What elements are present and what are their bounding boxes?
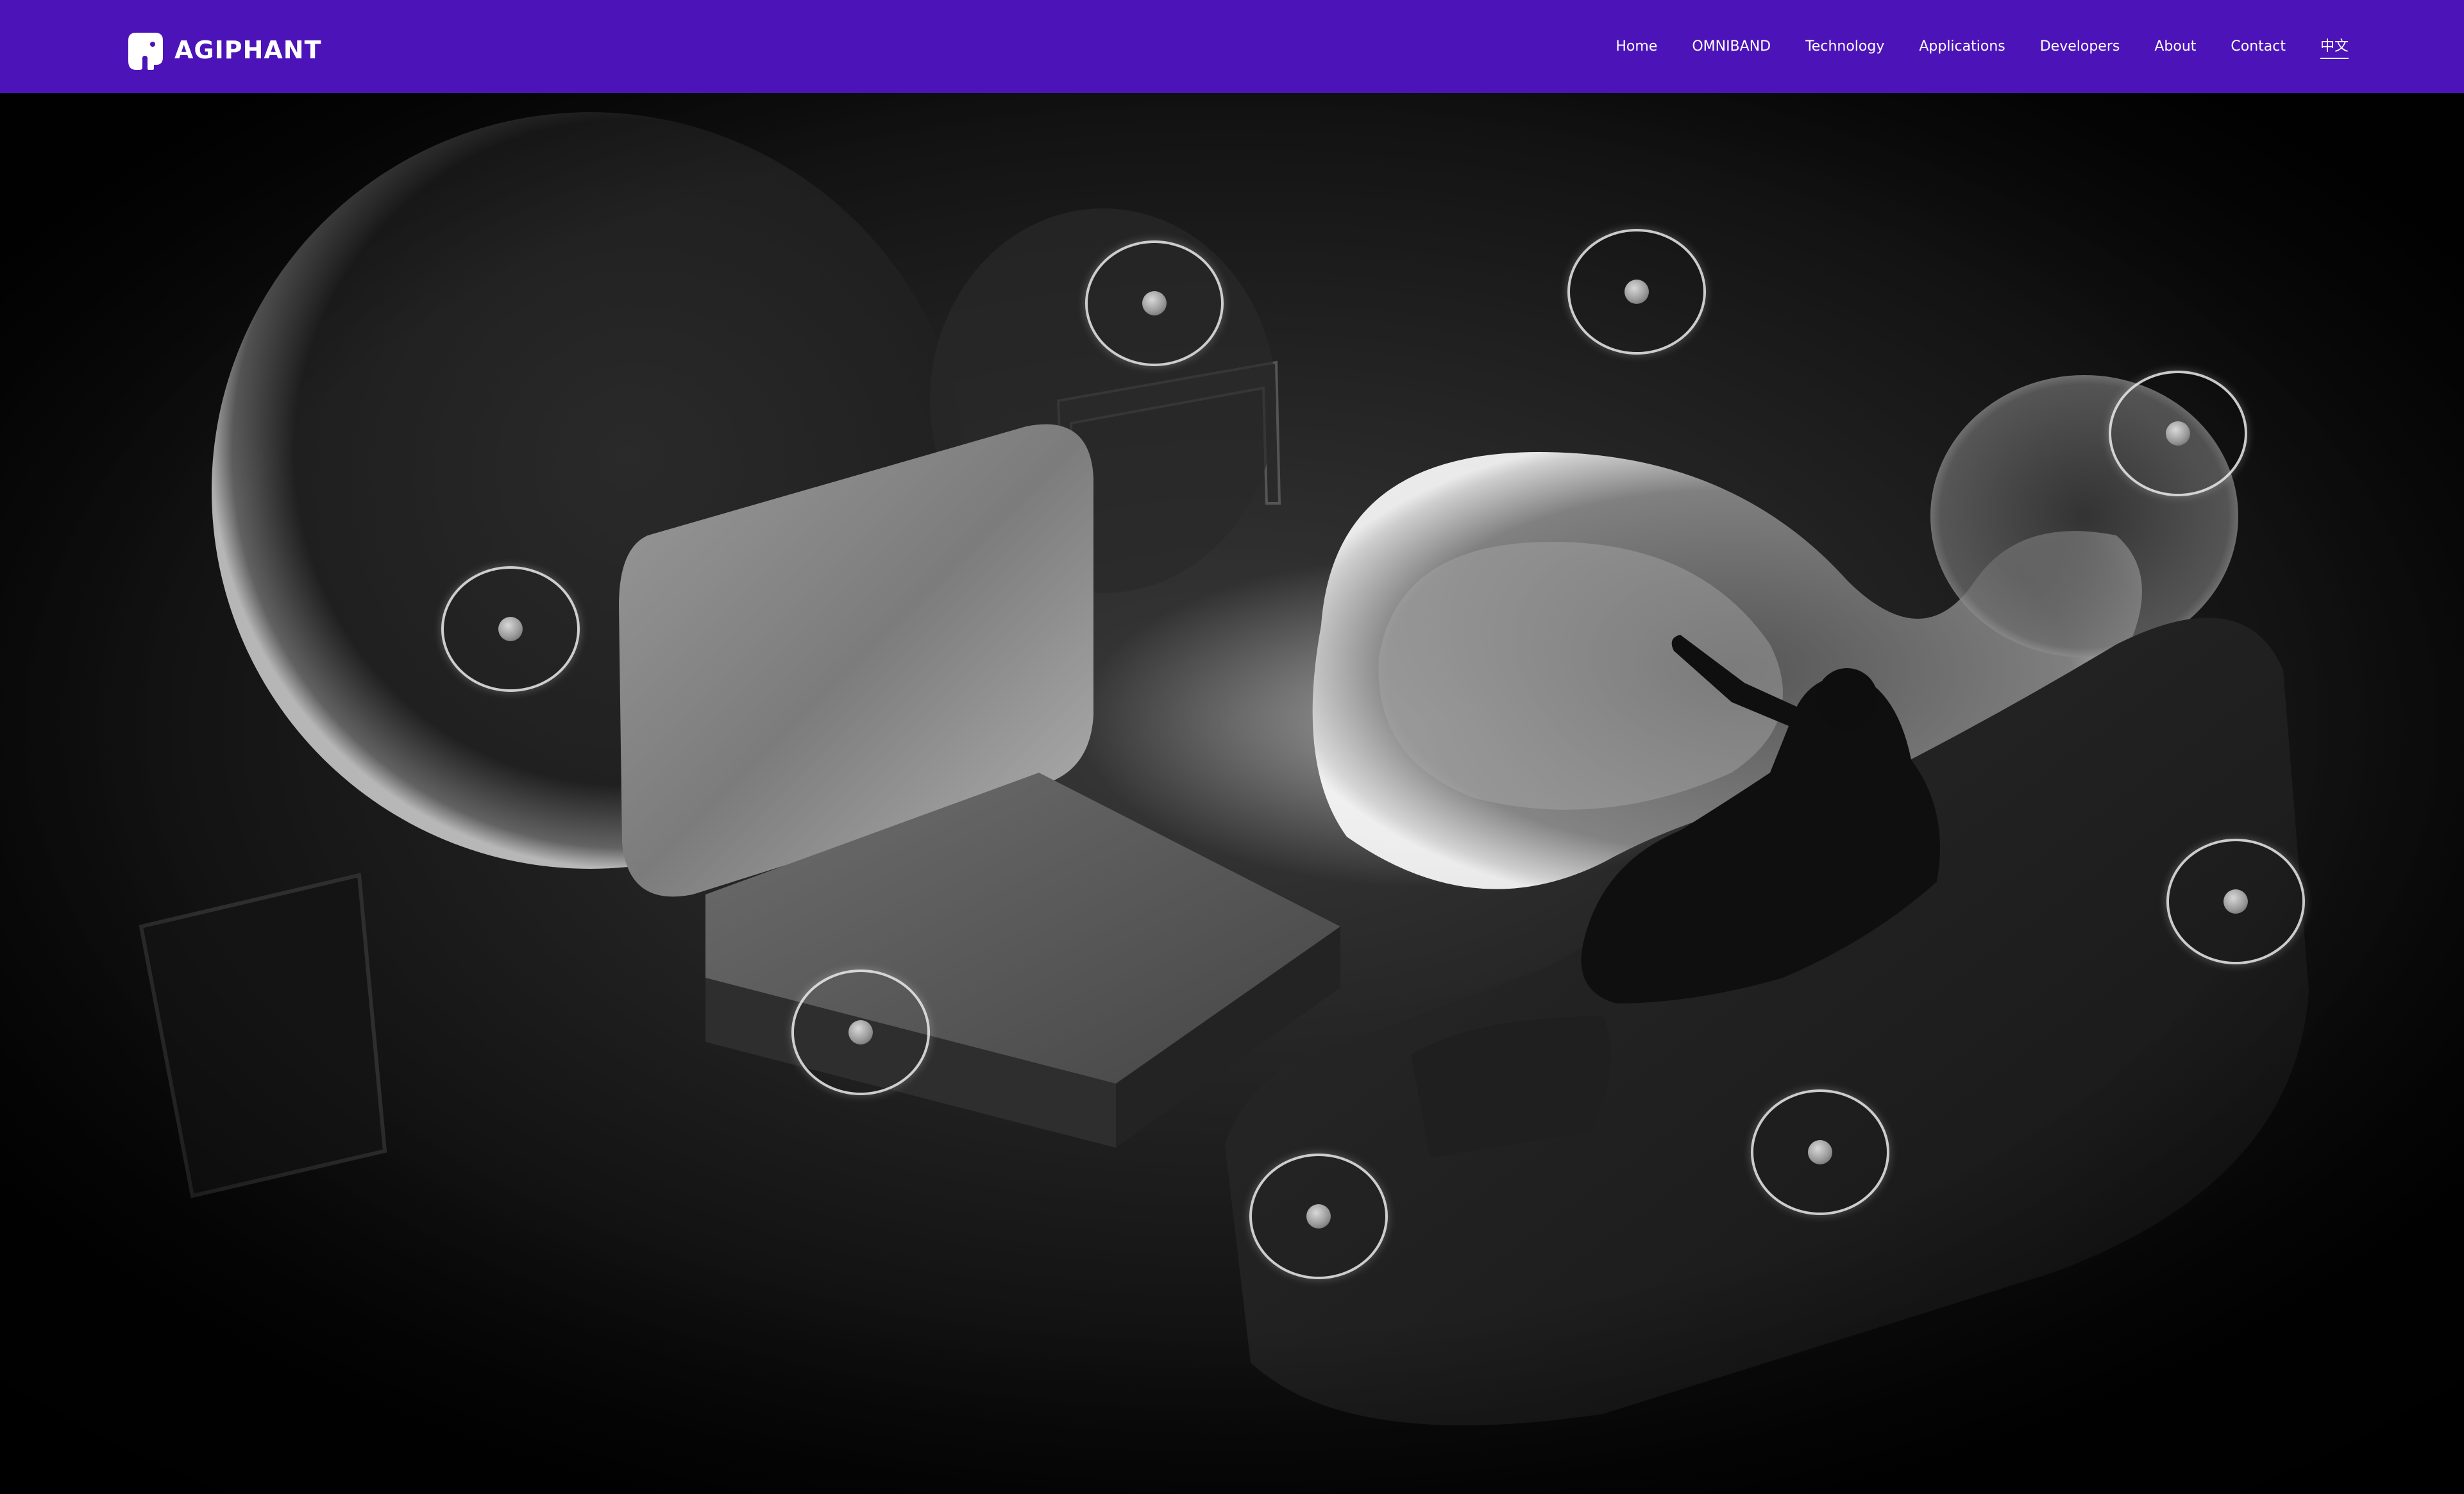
hotspot-dot [1808, 1140, 1832, 1164]
top-navbar: AGIPHANT Home OMNIBAND Technology Applic… [0, 0, 2464, 93]
elephant-head-icon [128, 33, 163, 70]
hotspot-ring-icon[interactable] [1085, 240, 1224, 366]
nav-developers[interactable]: Developers [2040, 38, 2120, 55]
hotspot-dot [498, 617, 523, 641]
hotspot-dot [1306, 1204, 1331, 1229]
hotspot-ring-icon[interactable] [791, 969, 930, 1095]
nav-about[interactable]: About [2154, 38, 2196, 55]
hotspot-ring-icon[interactable] [1751, 1089, 1889, 1215]
nav-omniband[interactable]: OMNIBAND [1692, 38, 1771, 55]
hotspot-dot [2224, 889, 2248, 914]
hero-scene [0, 93, 2464, 1494]
hotspot-dot [1142, 291, 1167, 315]
hotspot-ring-icon[interactable] [1249, 1154, 1388, 1279]
brand-logo-link[interactable]: AGIPHANT [127, 29, 322, 71]
hotspot-dot [848, 1020, 873, 1045]
language-switch[interactable]: 中文 [2320, 35, 2349, 59]
hotspot-ring-icon[interactable] [441, 566, 580, 692]
page: AGIPHANT Home OMNIBAND Technology Applic… [0, 0, 2464, 1494]
nav-contact[interactable]: Contact [2231, 38, 2286, 55]
nav-technology[interactable]: Technology [1805, 38, 1884, 55]
brand-name: AGIPHANT [174, 36, 322, 64]
hotspot-ring-icon[interactable] [1567, 229, 1706, 355]
hero-illustration [0, 93, 2464, 1494]
nav-applications[interactable]: Applications [1919, 38, 2005, 55]
hotspot-ring-icon[interactable] [2166, 839, 2305, 964]
hotspot-dot [1624, 280, 1649, 304]
main-nav: Home OMNIBAND Technology Applications De… [1581, 0, 2349, 93]
hotspot-ring-icon[interactable] [2109, 371, 2247, 496]
nav-home[interactable]: Home [1616, 38, 1657, 55]
hotspot-dot [2166, 421, 2190, 446]
